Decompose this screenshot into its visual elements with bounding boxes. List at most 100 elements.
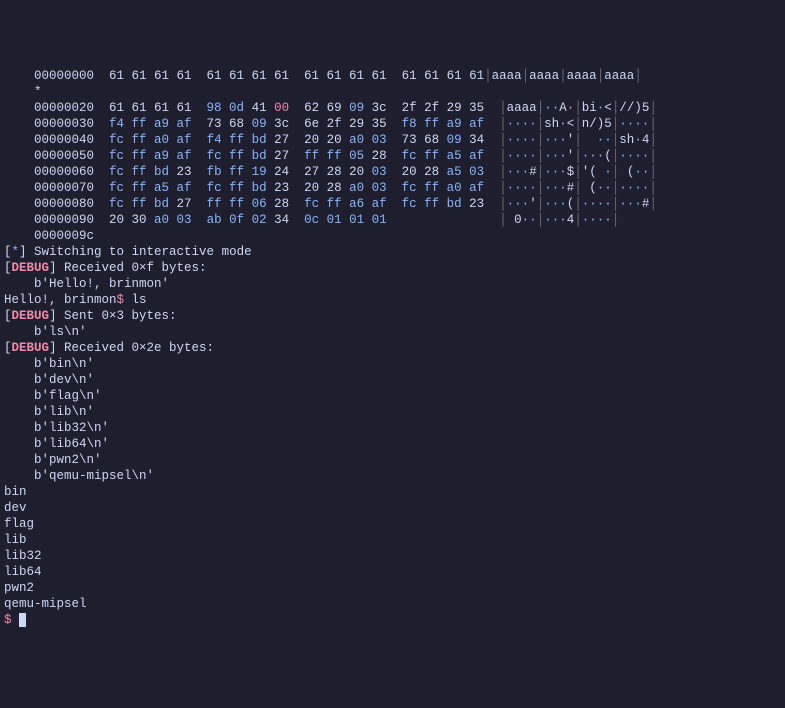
hex-address: 00000060 (4, 165, 94, 179)
hex-bytes: fc ff bd (109, 165, 169, 179)
hex-bytes: fb ff 19 (207, 165, 267, 179)
hex-ascii: │ (522, 69, 530, 83)
hex-ascii: bi (582, 101, 597, 115)
hex-bytes: fc ff bd (402, 197, 462, 211)
hex-bytes (192, 213, 207, 227)
log-fragment: b'Hello!, brinmon' (4, 277, 169, 291)
hex-ascii: sh (619, 133, 634, 147)
hex-address: 00000080 (4, 197, 94, 211)
log-line: flag (4, 516, 781, 532)
hex-bytes (387, 181, 402, 195)
hex-ascii: ···· (507, 117, 537, 131)
hex-ascii: ···· (507, 181, 537, 195)
hex-ascii: │ (574, 149, 582, 163)
hex-ascii: ··· (507, 165, 530, 179)
log-fragment: lib64 (4, 565, 42, 579)
hex-ascii: │ (559, 69, 567, 83)
log-fragment: DEBUG (12, 341, 50, 355)
hex-bytes: a0 03 (349, 133, 387, 147)
log-fragment: [ (4, 341, 12, 355)
hex-bytes: a0 03 (349, 181, 387, 195)
hex-ascii: │ (649, 149, 657, 163)
log-line: b'lib\n' (4, 404, 781, 420)
hex-ascii: │ (574, 181, 582, 195)
hex-ascii: //)5 (619, 101, 649, 115)
hex-ascii: │ (574, 213, 582, 227)
hex-bytes: fc ff bd (207, 149, 267, 163)
hex-ascii: │ (634, 69, 642, 83)
hex-ascii: │ (484, 117, 507, 131)
hex-ascii: ··· (544, 149, 567, 163)
hex-bytes: 41 (244, 101, 274, 115)
log-line: b'flag\n' (4, 388, 781, 404)
hex-ascii: ··· (544, 181, 567, 195)
hex-bytes: ff ff 05 (304, 149, 364, 163)
hex-ascii: │ (484, 101, 507, 115)
log-line: pwn2 (4, 580, 781, 596)
hex-address: 00000030 (4, 117, 94, 131)
log-fragment: ] Sent 0×3 bytes: (49, 309, 177, 323)
hex-bytes: 28 (267, 197, 305, 211)
hexdump-row: * (4, 84, 781, 100)
hex-ascii: ·· (544, 101, 559, 115)
hex-bytes: 23 20 28 (267, 181, 350, 195)
hex-bytes (94, 181, 109, 195)
log-fragment: [ (4, 309, 12, 323)
hexdump-row: 00000040 fc ff a0 af f4 ff bd 27 20 20 a… (4, 132, 781, 148)
hex-ascii: aaaa (507, 101, 537, 115)
log-fragment: Hello!, brinmon (4, 293, 117, 307)
log-line: dev (4, 500, 781, 516)
hexdump-row: 00000050 fc ff a9 af fc ff bd 27 ff ff 0… (4, 148, 781, 164)
hex-bytes: ab 0f 02 (207, 213, 267, 227)
log-line: [DEBUG] Sent 0×3 bytes: (4, 308, 781, 324)
log-line: b'pwn2\n' (4, 452, 781, 468)
hex-address: 00000020 (4, 101, 94, 115)
log-line: [DEBUG] Received 0×2e bytes: (4, 340, 781, 356)
hex-bytes: 20 28 (387, 165, 447, 179)
hex-address: 00000000 (4, 69, 94, 83)
log-line: b'ls\n' (4, 324, 781, 340)
log-line: qemu-mipsel (4, 596, 781, 612)
hex-ascii: aaaa (529, 69, 559, 83)
log-line: lib32 (4, 548, 781, 564)
hex-bytes: 34 (267, 213, 305, 227)
log-block: [*] Switching to interactive mode[DEBUG]… (4, 244, 781, 612)
hex-ascii: ' (529, 197, 537, 211)
hex-ascii: · (634, 133, 642, 147)
hex-bytes: fc ff a5 af (109, 181, 192, 195)
hex-bytes (94, 133, 109, 147)
hexdump-row: 00000000 61 61 61 61 61 61 61 61 61 61 6… (4, 68, 781, 84)
hex-ascii: │ (649, 165, 657, 179)
hex-ascii: '( (582, 165, 605, 179)
hex-bytes: 27 20 20 (267, 133, 350, 147)
hexdump-row: 0000009c (4, 228, 781, 244)
hex-ascii: ···· (619, 117, 649, 131)
hex-ascii: ···· (619, 181, 649, 195)
log-line: [DEBUG] Received 0×f bytes: (4, 260, 781, 276)
hex-bytes: 3c 6e 2f 29 35 (267, 117, 402, 131)
log-line: [*] Switching to interactive mode (4, 244, 781, 260)
hex-ascii: ··· (507, 197, 530, 211)
hex-bytes: 61 61 61 61 61 61 61 61 61 61 61 61 61 6… (94, 69, 484, 83)
hex-ascii: │ (387, 213, 507, 227)
hex-ascii: │ (574, 133, 582, 147)
hex-ascii: ·· (597, 133, 612, 147)
hex-address: 00000070 (4, 181, 94, 195)
hex-bytes (94, 197, 109, 211)
hex-bytes: 34 (462, 133, 485, 147)
hex-bytes (192, 149, 207, 163)
hex-bytes: 73 68 (192, 117, 252, 131)
hex-ascii: ···· (507, 133, 537, 147)
hexdump-row: 00000030 f4 ff a9 af 73 68 09 3c 6e 2f 2… (4, 116, 781, 132)
hex-bytes: f4 ff bd (207, 133, 267, 147)
hex-ascii: │ (484, 149, 507, 163)
hex-bytes: 61 61 61 61 (94, 101, 207, 115)
hex-bytes: 73 68 (387, 133, 447, 147)
hex-ascii: · (559, 117, 567, 131)
terminal-output[interactable]: 00000000 61 61 61 61 61 61 61 61 61 61 6… (4, 68, 781, 628)
hex-ascii: sh (544, 117, 559, 131)
hex-bytes: 20 30 (94, 213, 154, 227)
hex-bytes: fc ff bd (207, 181, 267, 195)
prompt-line[interactable]: $ (4, 612, 781, 628)
log-fragment: b'qemu-mipsel\n' (4, 469, 154, 483)
